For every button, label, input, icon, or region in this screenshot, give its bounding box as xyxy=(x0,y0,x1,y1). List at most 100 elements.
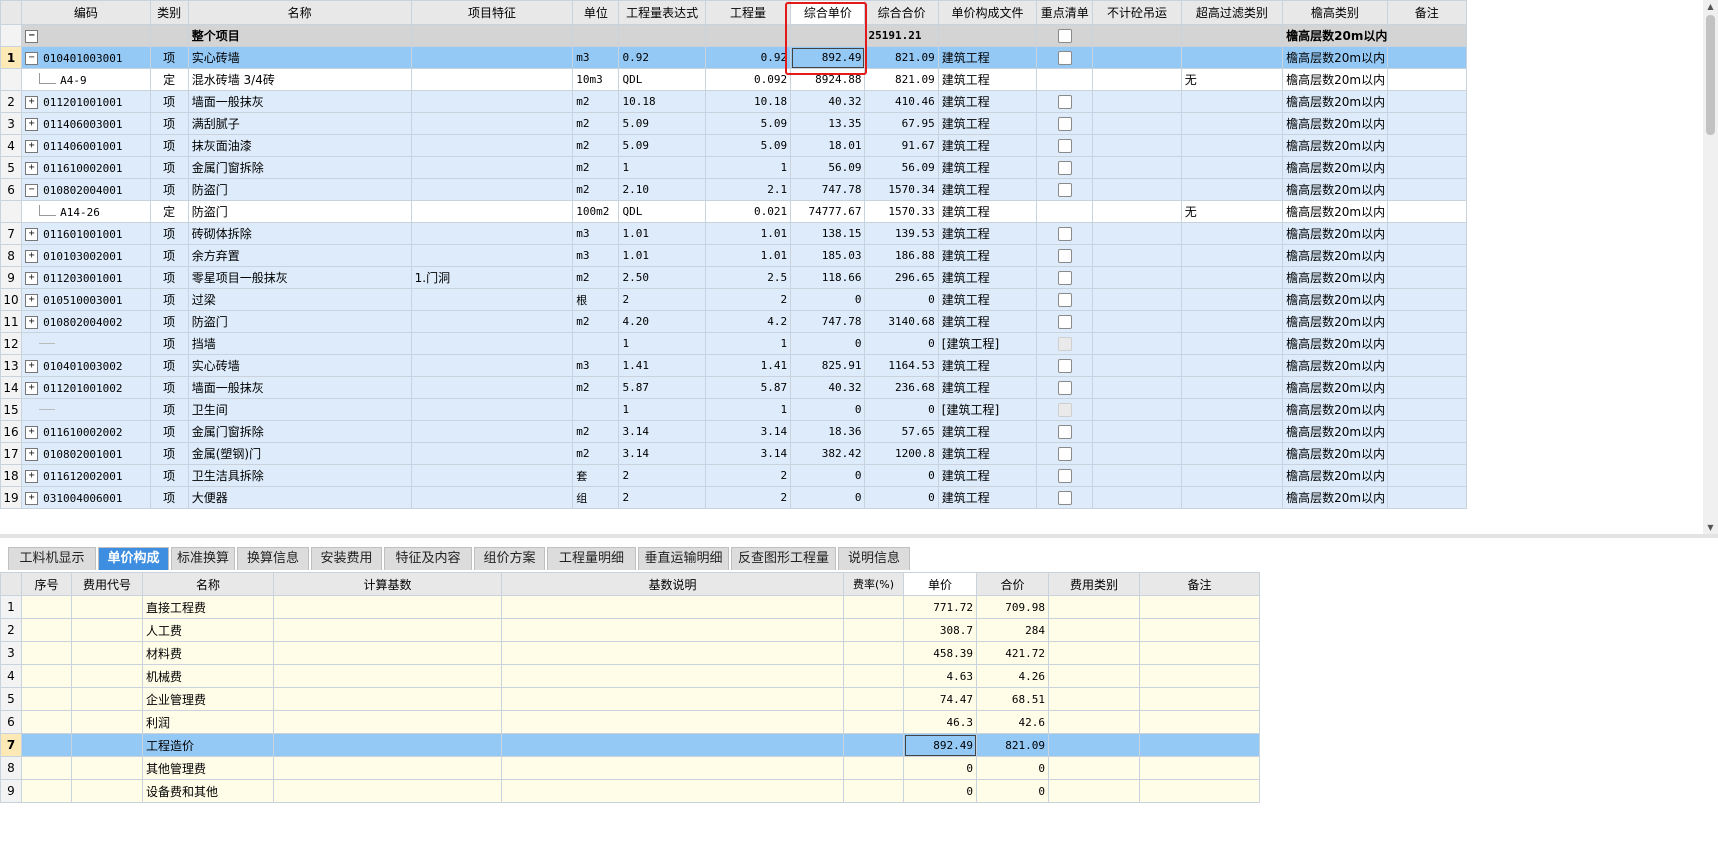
cell-total-price[interactable]: 139.53 xyxy=(864,222,939,245)
tab-3[interactable]: 标准换算 xyxy=(171,547,235,570)
key-list-checkbox[interactable] xyxy=(1057,248,1072,263)
cell-height-filter[interactable] xyxy=(1180,464,1284,487)
cell-qty[interactable]: 1.41 xyxy=(704,354,792,377)
cell-unit[interactable]: m2 xyxy=(572,442,620,465)
cell-base[interactable] xyxy=(273,733,502,757)
key-list-checkbox[interactable] xyxy=(1057,292,1072,307)
cell-qty[interactable]: 5.09 xyxy=(704,112,792,135)
cell-price-file[interactable]: 建筑工程 xyxy=(937,486,1038,509)
cell-type[interactable]: 项 xyxy=(149,90,189,113)
cell-height-filter[interactable] xyxy=(1180,46,1284,69)
cell-remark[interactable] xyxy=(1386,442,1468,465)
cell-code[interactable]: +011610002002 xyxy=(21,420,151,443)
cell-base-desc[interactable] xyxy=(501,641,844,665)
cell-fee-code[interactable] xyxy=(71,664,143,688)
cell-price-file[interactable]: 建筑工程 xyxy=(937,442,1038,465)
cell-code[interactable]: +011610002001 xyxy=(21,156,151,179)
cell-total-price[interactable]: 1164.53 xyxy=(864,354,939,377)
col-header-remark[interactable]: 备注 xyxy=(1139,572,1260,596)
cell-qty[interactable]: 10.18 xyxy=(704,90,792,113)
col-header-key-list[interactable]: 重点清单 xyxy=(1036,0,1094,25)
cell-fee-code[interactable] xyxy=(71,687,143,711)
cell-fee-code[interactable] xyxy=(71,733,143,757)
cell-no-lift[interactable] xyxy=(1092,354,1182,377)
cell-height-filter[interactable] xyxy=(1180,178,1284,201)
cell-code[interactable]: − xyxy=(21,24,151,47)
cell-unit-price[interactable]: 4.63 xyxy=(903,664,977,688)
cell-unit[interactable]: m2 xyxy=(572,156,620,179)
cell-name[interactable]: 人工费 xyxy=(142,618,274,642)
expand-icon[interactable]: + xyxy=(25,491,39,505)
expand-icon[interactable]: + xyxy=(25,117,39,131)
cell-eave-type[interactable]: 檐高层数20m以内 xyxy=(1282,464,1388,487)
cell-feature[interactable] xyxy=(410,222,574,245)
cell-unit-price[interactable]: 118.66 xyxy=(790,266,866,289)
cell-remark[interactable] xyxy=(1386,222,1468,245)
cell-remark[interactable] xyxy=(1139,664,1260,688)
expand-icon[interactable]: + xyxy=(25,227,39,241)
cell-expr[interactable]: 1 xyxy=(618,398,706,421)
cell-eave-type[interactable]: 檐高层数20m以内 xyxy=(1282,288,1388,311)
cell-qty[interactable] xyxy=(704,24,792,47)
cell-eave-type[interactable]: 檐高层数20m以内 xyxy=(1282,354,1388,377)
cell-total-price[interactable]: 410.46 xyxy=(864,90,939,113)
cell-total-price[interactable]: 1200.8 xyxy=(864,442,939,465)
cell-key-list[interactable] xyxy=(1036,244,1094,267)
cell-code[interactable]: +011201001001 xyxy=(21,90,151,113)
cell-remark[interactable] xyxy=(1386,244,1468,267)
cell-height-filter[interactable] xyxy=(1180,244,1284,267)
cell-no-lift[interactable] xyxy=(1092,200,1182,223)
cell-eave-type[interactable]: 檐高层数20m以内 xyxy=(1282,420,1388,443)
key-list-checkbox[interactable] xyxy=(1057,226,1072,241)
cell-unit-price[interactable]: 18.01 xyxy=(790,134,866,157)
cell-name[interactable]: 其他管理费 xyxy=(142,756,274,780)
tab-1[interactable]: 工料机显示 xyxy=(8,547,96,570)
cell-type[interactable]: 项 xyxy=(149,420,189,443)
cell-fee-type[interactable] xyxy=(1048,641,1140,665)
cell-name[interactable]: 实心砖墙 xyxy=(187,354,412,377)
cell-name[interactable]: 砖砌体拆除 xyxy=(187,222,412,245)
cell-unit-price[interactable]: 825.91 xyxy=(790,354,866,377)
cell-unit-price[interactable]: 0 xyxy=(790,288,866,311)
cell-fee-code[interactable] xyxy=(71,756,143,780)
key-list-checkbox[interactable] xyxy=(1057,182,1072,197)
cell-code[interactable]: +010510003001 xyxy=(21,288,151,311)
cell-base-desc[interactable] xyxy=(501,733,844,757)
cell-price-file[interactable]: 建筑工程 xyxy=(937,266,1038,289)
cell-total[interactable]: 25191.21 xyxy=(864,24,939,47)
table-row[interactable]: 9 设备费和其他 0 0 xyxy=(0,779,1260,803)
cell-type[interactable]: 项 xyxy=(149,134,189,157)
col-header-feature[interactable]: 项目特征 xyxy=(410,0,574,25)
cell-no-lift[interactable] xyxy=(1092,90,1182,113)
cell-no-lift[interactable] xyxy=(1092,464,1182,487)
cell-total-price[interactable]: 296.65 xyxy=(864,266,939,289)
cell-seq[interactable] xyxy=(21,641,72,665)
col-header-base[interactable]: 计算基数 xyxy=(273,572,502,596)
cell-eave-type[interactable]: 檐高层数20m以内 xyxy=(1282,486,1388,509)
cell-feature[interactable] xyxy=(410,24,574,47)
cell-expr[interactable]: 3.14 xyxy=(618,420,706,443)
cell-total-price[interactable]: 3140.68 xyxy=(864,310,939,333)
cell-no-lift[interactable] xyxy=(1092,398,1182,421)
cell-key-list[interactable] xyxy=(1036,156,1094,179)
col-header-eave-type[interactable]: 檐高类别 xyxy=(1282,0,1388,25)
cell-seq[interactable] xyxy=(21,779,72,803)
col-header-unit-price[interactable]: 单价 xyxy=(903,572,977,596)
cell-total-price[interactable]: 0 xyxy=(864,486,939,509)
cell-key-list[interactable] xyxy=(1036,266,1094,289)
expand-icon[interactable]: + xyxy=(25,271,39,285)
table-row[interactable]: 4 机械费 4.63 4.26 xyxy=(0,664,1260,688)
cell-code[interactable]: A4-9 xyxy=(21,68,151,91)
cell-total-price[interactable]: 57.65 xyxy=(864,420,939,443)
cell-expr[interactable] xyxy=(618,24,706,47)
key-list-checkbox[interactable] xyxy=(1057,50,1072,65)
cell-height-filter[interactable] xyxy=(1180,90,1284,113)
cell-key-list[interactable] xyxy=(1036,24,1094,47)
cell-feature[interactable] xyxy=(410,178,574,201)
cell-unit-price[interactable]: 185.03 xyxy=(790,244,866,267)
cell-feature[interactable] xyxy=(410,156,574,179)
cell-unit-price[interactable]: 138.15 xyxy=(790,222,866,245)
cell-price-file[interactable]: 建筑工程 xyxy=(937,68,1038,91)
col-header-code[interactable]: 编码 xyxy=(21,0,151,25)
cell-name[interactable]: 抹灰面油漆 xyxy=(187,134,412,157)
